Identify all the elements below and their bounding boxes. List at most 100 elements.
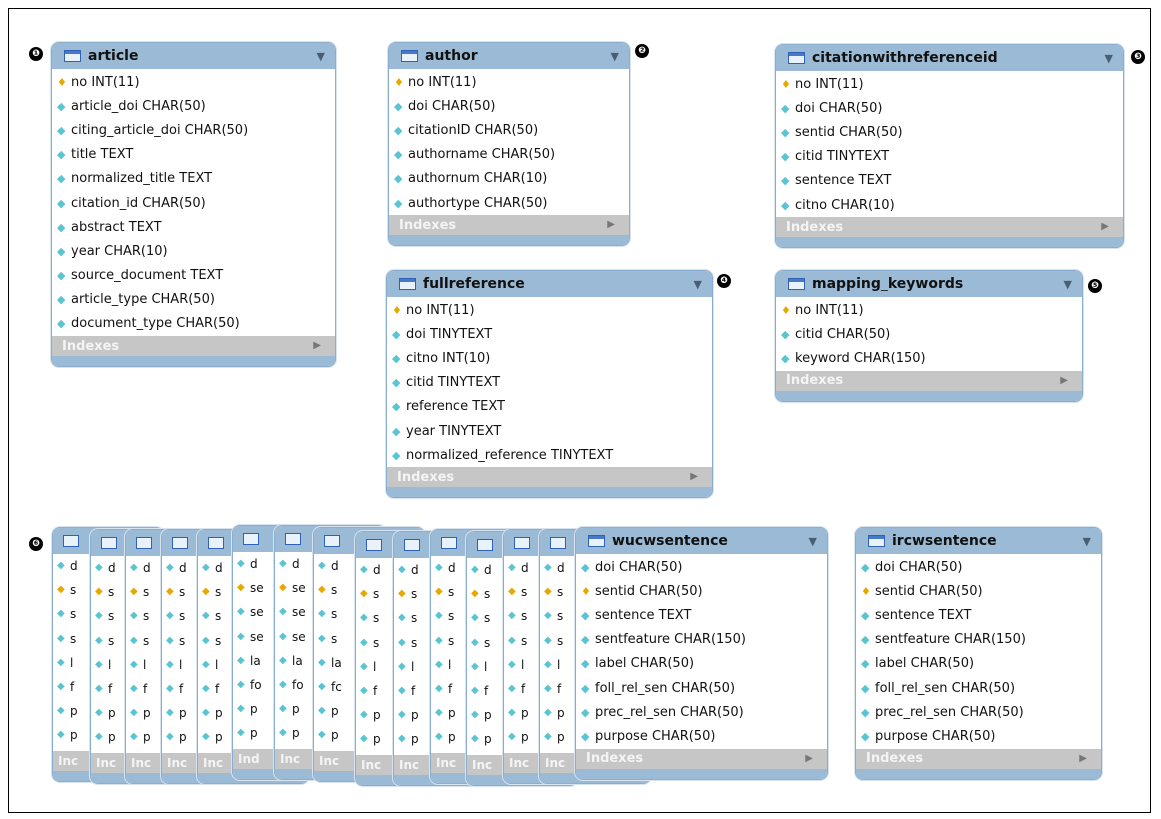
column-row[interactable]: ◆ authortype CHAR(50) <box>389 191 629 215</box>
table-header[interactable]: fullreference ▼ <box>387 271 712 297</box>
diamond-icon: ◆ <box>360 636 368 648</box>
diamond-icon: ◆ <box>435 562 443 574</box>
dropdown-arrow-icon[interactable]: ▼ <box>317 50 325 63</box>
column-row[interactable]: ◆ citationID CHAR(50) <box>389 118 629 142</box>
indexes-bar[interactable]: Indexes ▶ <box>776 370 1082 391</box>
table-ircwsentence[interactable]: ircwsentence ▼ ◆ doi CHAR(50) ♦ sentid CHAR(5… <box>855 527 1102 780</box>
play-arrow-icon[interactable]: ▶ <box>1101 222 1109 232</box>
column-row[interactable]: ◆ title TEXT <box>52 143 335 167</box>
diamond-icon: ◆ <box>544 610 552 622</box>
column-row[interactable]: ◆ citid TINYTEXT <box>776 145 1123 169</box>
column-row[interactable]: ◆ purpose CHAR(50) <box>856 724 1101 748</box>
table-header[interactable]: wucwsentence ▼ <box>576 528 827 554</box>
column-row[interactable]: ♦ sentid CHAR(50) <box>576 579 827 603</box>
column-row[interactable]: ◆ sentfeature CHAR(150) <box>856 628 1101 652</box>
play-arrow-icon[interactable]: ▶ <box>690 472 698 482</box>
column-row[interactable]: ◆ citid TINYTEXT <box>387 371 712 395</box>
diamond-icon: ◆ <box>781 150 790 164</box>
column-row[interactable]: ◆ citation_id CHAR(50) <box>52 191 335 215</box>
dropdown-arrow-icon[interactable]: ▼ <box>611 50 619 63</box>
column-row[interactable]: ◆ foll_rel_sen CHAR(50) <box>856 676 1101 700</box>
column-row[interactable]: ◆ citing_article_doi CHAR(50) <box>52 118 335 142</box>
table-header[interactable]: mapping_keywords ▼ <box>776 271 1082 297</box>
column-row[interactable]: ♦ no INT(11) <box>776 72 1123 96</box>
play-arrow-icon[interactable]: ▶ <box>607 220 615 230</box>
column-row[interactable]: ◆ label CHAR(50) <box>856 652 1101 676</box>
column-row[interactable]: ◆ label CHAR(50) <box>576 652 827 676</box>
column-row[interactable]: ◆ reference TEXT <box>387 395 712 419</box>
column-row[interactable]: ◆ purpose CHAR(50) <box>576 724 827 748</box>
table-header[interactable]: ircwsentence ▼ <box>856 528 1101 554</box>
column-row[interactable]: ◆ normalized_title TEXT <box>52 167 335 191</box>
diamond-icon: ◆ <box>398 636 406 648</box>
stacked-column-label: s <box>484 587 491 602</box>
play-arrow-icon[interactable]: ▶ <box>805 753 813 764</box>
column-row[interactable]: ◆ article_type CHAR(50) <box>52 288 335 312</box>
column-row[interactable]: ◆ doi TINYTEXT <box>387 322 712 346</box>
column-row[interactable]: ◆ doi CHAR(50) <box>389 94 629 118</box>
table-wucwsentence[interactable]: wucwsentence ▼ ◆ doi CHAR(50) ♦ sentid CHAR(5… <box>575 527 828 780</box>
play-arrow-icon[interactable]: ▶ <box>1060 375 1068 386</box>
dropdown-arrow-icon[interactable]: ▼ <box>1105 52 1113 65</box>
column-row[interactable]: ◆ sentence TEXT <box>576 603 827 627</box>
column-row[interactable]: ♦ no INT(11) <box>387 298 712 322</box>
stacked-column-label: d <box>484 563 492 578</box>
column-row[interactable]: ◆ citno CHAR(10) <box>776 193 1123 217</box>
indexes-bar[interactable]: Indexes ▶ <box>576 748 827 769</box>
table-author[interactable]: author ▼ ♦ no INT(11) ◆ doi CHAR(50) ◆ citation… <box>388 42 630 247</box>
column-row[interactable]: ◆ year CHAR(10) <box>52 239 335 263</box>
column-row[interactable]: ◆ abstract TEXT <box>52 215 335 239</box>
column-row[interactable]: ◆ sentid CHAR(50) <box>776 120 1123 144</box>
column-row[interactable]: ◆ citno INT(10) <box>387 346 712 370</box>
column-row[interactable]: ◆ keyword CHAR(150) <box>776 346 1082 370</box>
key-icon: ◆ <box>435 586 443 598</box>
column-row[interactable]: ◆ citid CHAR(50) <box>776 322 1082 346</box>
column-row[interactable]: ◆ doi CHAR(50) <box>576 555 827 579</box>
table-mapping-keywords[interactable]: mapping_keywords ▼ ♦ no INT(11) ◆ citid CHAR(… <box>775 270 1083 402</box>
dropdown-arrow-icon[interactable]: ▼ <box>694 278 702 291</box>
indexes-bar[interactable]: Indexes ▶ <box>387 467 712 488</box>
table-header[interactable]: author ▼ <box>389 43 629 69</box>
diamond-icon: ◆ <box>237 558 245 570</box>
column-row[interactable]: ◆ prec_rel_sen CHAR(50) <box>856 700 1101 724</box>
table-citationwithreferenceid[interactable]: citationwithreferenceid ▼ ♦ no INT(11) ◆ doi … <box>775 44 1124 249</box>
table-article[interactable]: article ▼ ♦ no INT(11) ◆ article_doi CHAR(50)… <box>51 42 336 368</box>
diamond-icon: ◆ <box>166 731 174 743</box>
column-row[interactable]: ◆ prec_rel_sen CHAR(50) <box>576 700 827 724</box>
column-row[interactable]: ◆ year TINYTEXT <box>387 419 712 443</box>
table-header[interactable]: article ▼ <box>52 43 335 69</box>
column-row[interactable]: ◆ sentfeature CHAR(150) <box>576 628 827 652</box>
indexes-bar[interactable]: Indexes ▶ <box>776 217 1123 238</box>
column-row[interactable]: ◆ article_doi CHAR(50) <box>52 94 335 118</box>
column-row[interactable]: ◆ source_document TEXT <box>52 264 335 288</box>
indexes-bar[interactable]: Indexes ▶ <box>389 215 629 236</box>
column-row[interactable]: ♦ sentid CHAR(50) <box>856 579 1101 603</box>
column-row[interactable]: ♦ no INT(11) <box>52 70 335 94</box>
dropdown-arrow-icon[interactable]: ▼ <box>1083 535 1091 548</box>
dropdown-arrow-icon[interactable]: ▼ <box>809 535 817 548</box>
column-row[interactable]: ♦ no INT(11) <box>389 70 629 94</box>
diamond-icon: ◆ <box>130 634 138 646</box>
dropdown-arrow-icon[interactable]: ▼ <box>1064 278 1072 291</box>
table-header[interactable]: citationwithreferenceid ▼ <box>776 45 1123 71</box>
column-row[interactable]: ◆ sentence TEXT <box>856 603 1101 627</box>
column-row[interactable]: ♦ no INT(11) <box>776 298 1082 322</box>
play-arrow-icon[interactable]: ▶ <box>313 341 321 351</box>
indexes-bar[interactable]: Indexes ▶ <box>856 748 1101 769</box>
indexes-bar[interactable]: Indexes ▶ <box>52 336 335 357</box>
column-label: abstract TEXT <box>71 219 162 235</box>
table-name: wucwsentence <box>612 534 728 548</box>
column-row[interactable]: ◆ authorname CHAR(50) <box>389 143 629 167</box>
diamond-icon: ◆ <box>360 685 368 697</box>
column-row[interactable]: ◆ doi CHAR(50) <box>856 555 1101 579</box>
play-arrow-icon[interactable]: ▶ <box>1079 753 1087 764</box>
column-row[interactable]: ◆ foll_rel_sen CHAR(50) <box>576 676 827 700</box>
table-icon <box>401 50 418 62</box>
column-row[interactable]: ◆ sentence TEXT <box>776 169 1123 193</box>
column-row[interactable]: ◆ authornum CHAR(10) <box>389 167 629 191</box>
diamond-icon: ◆ <box>394 196 403 210</box>
column-row[interactable]: ◆ doi CHAR(50) <box>776 96 1123 120</box>
column-row[interactable]: ◆ document_type CHAR(50) <box>52 312 335 336</box>
table-fullreference[interactable]: fullreference ▼ ♦ no INT(11) ◆ doi TINYTEXT ◆ c… <box>386 270 713 499</box>
column-row[interactable]: ◆ normalized_reference TINYTEXT <box>387 443 712 467</box>
